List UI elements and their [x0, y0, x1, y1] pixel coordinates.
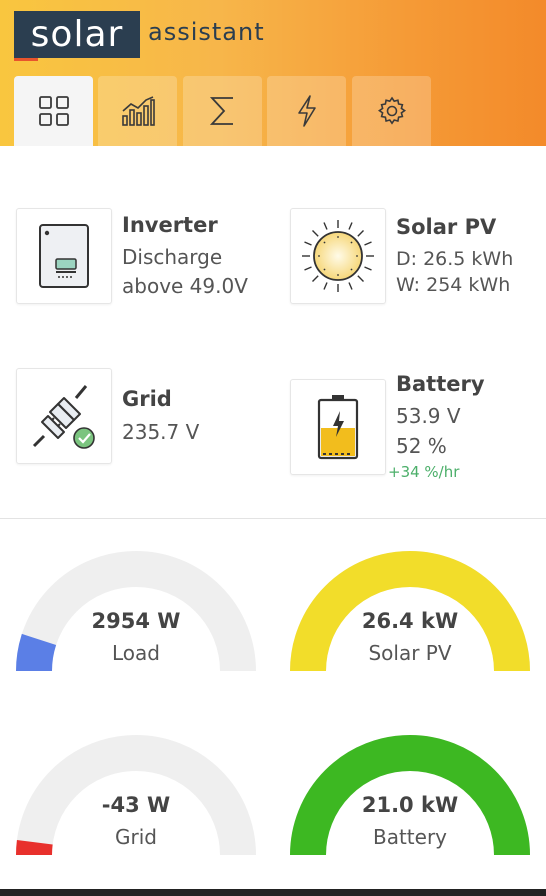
logo[interactable]: solar: [14, 11, 140, 58]
tab-dashboard[interactable]: [14, 76, 93, 146]
grid-gauge-label: Grid: [115, 825, 157, 849]
grid-icon: [38, 96, 69, 126]
grid-card-icon[interactable]: [16, 368, 112, 464]
tab-power[interactable]: [267, 76, 346, 146]
battery-card-icon[interactable]: [290, 379, 386, 475]
sun-icon: [302, 220, 374, 292]
solar-weekly-energy: W: 254 kWh: [396, 274, 511, 296]
grid-gauge-value: -43 W: [101, 793, 171, 817]
system-nav-bar: [0, 889, 546, 896]
battery-gauge-label: Battery: [372, 825, 448, 849]
inverter-card-icon[interactable]: [16, 208, 112, 304]
brand-subtitle: assistant: [148, 18, 265, 46]
sigma-icon: [209, 97, 233, 125]
grid-gauge[interactable]: -43 W Grid: [15, 735, 256, 856]
load-gauge-value: 2954 W: [91, 609, 181, 633]
battery-title: Battery: [396, 372, 485, 396]
plug-icon: [32, 385, 95, 449]
inverter-icon: [39, 224, 89, 288]
battery-voltage: 53.9 V: [396, 404, 461, 428]
solar-gauge[interactable]: 26.4 kW Solar PV: [290, 551, 530, 672]
gear-icon: [377, 96, 406, 125]
inverter-mode-detail: above 49.0V: [122, 274, 248, 298]
app-header: solar assistant: [0, 0, 546, 146]
load-gauge-label: Load: [112, 641, 160, 665]
battery-gauge-value: 21.0 kW: [361, 793, 459, 817]
section-divider: [0, 518, 546, 519]
battery-gauge[interactable]: 21.0 kW Battery: [290, 735, 530, 856]
inverter-mode: Discharge: [122, 245, 223, 269]
load-gauge[interactable]: 2954 W Load: [16, 551, 256, 672]
battery-soc: 52 %: [396, 434, 447, 458]
solar-title: Solar PV: [396, 215, 497, 239]
tab-settings[interactable]: [352, 76, 431, 146]
tab-totals[interactable]: [183, 76, 262, 146]
battery-icon: [317, 395, 359, 460]
logo-accent: [14, 58, 38, 61]
inverter-title: Inverter: [122, 213, 218, 237]
solar-card-icon[interactable]: [290, 208, 386, 304]
lightning-icon: [297, 95, 316, 127]
tab-charts[interactable]: [98, 76, 177, 146]
solar-gauge-value: 26.4 kW: [361, 609, 459, 633]
battery-charge-rate: +34 %/hr: [388, 463, 460, 481]
grid-title: Grid: [122, 387, 172, 411]
solar-daily-energy: D: 26.5 kWh: [396, 248, 514, 270]
chart-icon: [121, 96, 155, 126]
solar-gauge-label: Solar PV: [368, 641, 452, 665]
grid-voltage: 235.7 V: [122, 420, 200, 444]
